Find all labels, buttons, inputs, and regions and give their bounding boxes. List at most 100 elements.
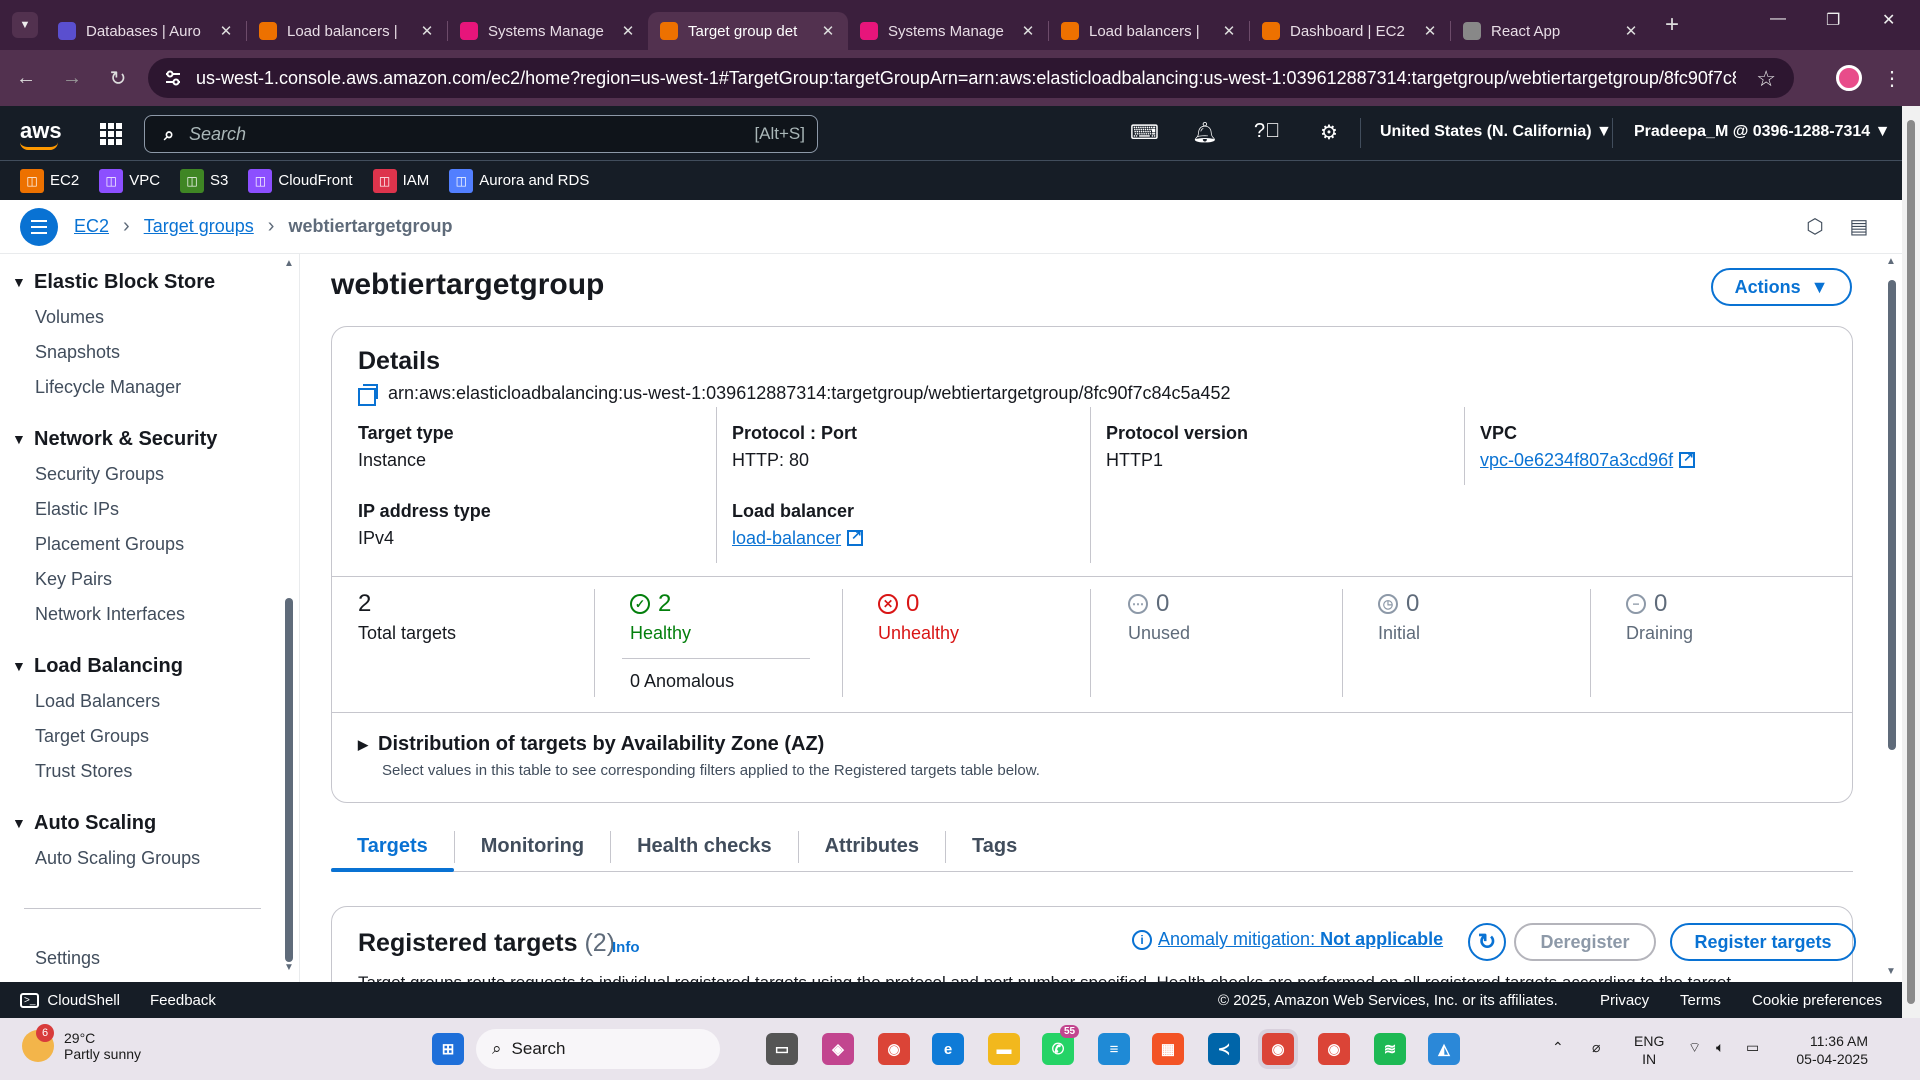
page-scrollbar[interactable] — [1902, 106, 1920, 1018]
language-indicator[interactable]: ENG IN — [1634, 1032, 1664, 1068]
file-explorer-icon[interactable]: ▬ — [988, 1033, 1020, 1065]
distribution-toggle[interactable]: ▶ Distribution of targets by Availabilit… — [358, 733, 824, 756]
sidebar-item[interactable]: Target Groups — [0, 719, 299, 754]
sidebar-item[interactable]: Auto Scaling Groups — [0, 841, 299, 876]
close-tab-icon[interactable]: ✕ — [620, 22, 636, 40]
browser-tab[interactable]: Load balancers | ✕ — [1049, 12, 1249, 50]
browser-menu-icon[interactable]: ⋮ — [1882, 66, 1902, 91]
sidebar-item[interactable]: Network Interfaces — [0, 597, 299, 632]
site-info-icon[interactable] — [164, 69, 182, 87]
browser-tab[interactable]: Dashboard | EC2 ✕ — [1250, 12, 1450, 50]
sidebar-item[interactable]: Trust Stores — [0, 754, 299, 789]
windows-start-icon[interactable]: ⊞ — [432, 1033, 464, 1065]
terms-link[interactable]: Terms — [1680, 992, 1721, 1009]
draining-stat[interactable]: −0 Draining — [1626, 589, 1693, 644]
sidebar-item[interactable]: Key Pairs — [0, 562, 299, 597]
unused-stat[interactable]: ⋯ 0 Unused — [1128, 589, 1190, 644]
battery-icon[interactable]: ▭ — [1746, 1038, 1759, 1056]
chrome-icon[interactable]: ◉ — [878, 1033, 910, 1065]
side-nav-toggle-button[interactable] — [20, 207, 58, 246]
spotify-icon[interactable]: ≋ — [1374, 1033, 1406, 1065]
browser-tab[interactable]: Load balancers | ✕ — [247, 12, 447, 50]
tray-expand-icon[interactable]: ⌃ — [1552, 1038, 1564, 1056]
actions-button[interactable]: Actions ▼ — [1711, 268, 1852, 306]
cloudshell-icon[interactable]: ⌨ — [1130, 120, 1159, 146]
new-tab-button[interactable]: + — [1665, 11, 1679, 39]
close-tab-icon[interactable]: ✕ — [820, 22, 836, 40]
sidebar-item[interactable]: Load Balancers — [0, 684, 299, 719]
settings-icon[interactable]: ⚙ — [1316, 120, 1342, 146]
register-targets-button[interactable]: Register targets — [1670, 923, 1856, 961]
sidebar-item[interactable]: Volumes — [0, 300, 299, 335]
sidebar-item[interactable]: Lifecycle Manager — [0, 370, 299, 405]
sidebar-item-settings[interactable]: Settings — [0, 941, 299, 976]
restore-button[interactable]: ❐ — [1826, 10, 1840, 30]
profile-avatar[interactable] — [1836, 65, 1862, 91]
favorite-service[interactable]: ◫ VPC — [99, 168, 160, 193]
browser-tab[interactable]: Systems Manage ✕ — [848, 12, 1048, 50]
sidebar-scrollbar[interactable]: ▲ ▼ — [284, 258, 294, 976]
favorite-service[interactable]: ◫ S3 — [180, 168, 228, 193]
bookmark-star-icon[interactable]: ☆ — [1756, 66, 1776, 92]
wifi-icon[interactable]: ⌔ — [1688, 1038, 1701, 1056]
breadcrumb-ec2[interactable]: EC2 — [74, 216, 109, 237]
tools-panel-icon[interactable]: ▤ — [1846, 214, 1872, 240]
healthy-stat[interactable]: ✓ 2 Healthy — [630, 589, 691, 644]
favorite-service[interactable]: ◫ CloudFront — [248, 168, 353, 193]
close-window-button[interactable]: ✕ — [1882, 10, 1895, 30]
favorite-service[interactable]: ◫ EC2 — [20, 168, 79, 193]
forward-icon[interactable]: → — [58, 67, 86, 90]
tab-monitoring[interactable]: Monitoring — [455, 835, 610, 871]
tab-targets[interactable]: Targets — [331, 835, 454, 872]
favorite-service[interactable]: ◫ Aurora and RDS — [449, 168, 589, 193]
info-link[interactable]: Info — [612, 939, 640, 956]
search-input[interactable]: ⌕ Search [Alt+S] — [144, 115, 818, 153]
sidebar-section-header[interactable]: ▼ Auto Scaling — [0, 805, 299, 841]
privacy-link[interactable]: Privacy — [1600, 992, 1649, 1009]
sidebar-item[interactable]: Security Groups — [0, 457, 299, 492]
browser-tab[interactable]: Target group det ✕ — [648, 12, 848, 50]
browser-tab[interactable]: React App ✕ — [1451, 12, 1651, 50]
aws-logo[interactable]: aws — [20, 118, 62, 150]
region-selector[interactable]: United States (N. California) ▼ — [1380, 123, 1612, 141]
volume-icon[interactable]: 🔈︎ — [1716, 1038, 1724, 1056]
tray-app-icon[interactable]: ⌀ — [1592, 1038, 1600, 1056]
favorite-service[interactable]: ◫ IAM — [372, 168, 429, 193]
cookie-preferences-link[interactable]: Cookie preferences — [1752, 992, 1882, 1009]
close-tab-icon[interactable]: ✕ — [1623, 22, 1639, 40]
task-view-icon[interactable]: ▭ — [766, 1033, 798, 1065]
sidebar-section-header[interactable]: ▼ Network & Security — [0, 421, 299, 457]
notepad-icon[interactable]: ≡ — [1098, 1033, 1130, 1065]
tab-search-button[interactable]: ▼ — [12, 12, 38, 38]
browser-tab[interactable]: Databases | Auro ✕ — [46, 12, 246, 50]
browser-tab[interactable]: Systems Manage ✕ — [448, 12, 648, 50]
back-icon[interactable]: ← — [12, 67, 40, 90]
tab-attributes[interactable]: Attributes — [799, 835, 945, 871]
deregister-button[interactable]: Deregister — [1514, 923, 1656, 961]
copy-icon[interactable] — [358, 383, 378, 406]
anomalous-count[interactable]: 0 Anomalous — [630, 671, 734, 692]
services-grid-icon[interactable] — [100, 123, 122, 145]
account-menu[interactable]: Pradeepa_M @ 0396-1288-7314 ▼ — [1634, 123, 1890, 141]
main-scrollbar[interactable]: ▲ ▼ — [1884, 256, 1900, 982]
feedback-link[interactable]: Feedback — [150, 992, 216, 1009]
sidebar-item[interactable]: Elastic IPs — [0, 492, 299, 527]
sidebar-item[interactable]: Placement Groups — [0, 527, 299, 562]
close-tab-icon[interactable]: ✕ — [1221, 22, 1237, 40]
chrome-active-icon[interactable]: ◉ — [1262, 1033, 1294, 1065]
anomaly-mitigation-link[interactable]: i Anomaly mitigation: Not applicable — [1132, 929, 1443, 950]
vpc-link[interactable]: vpc-0e6234f807a3cd96f — [1480, 450, 1673, 470]
tab-tags[interactable]: Tags — [946, 835, 1043, 871]
tab-health-checks[interactable]: Health checks — [611, 835, 798, 871]
edge-icon[interactable]: e — [932, 1033, 964, 1065]
load-balancer-link[interactable]: load-balancer — [732, 528, 841, 548]
store-icon[interactable]: ▦ — [1152, 1033, 1184, 1065]
unhealthy-stat[interactable]: ✕ 0 Unhealthy — [878, 589, 959, 644]
minimize-button[interactable]: — — [1770, 10, 1786, 28]
help-icon[interactable]: ?⃝ — [1254, 120, 1280, 146]
close-tab-icon[interactable]: ✕ — [1020, 22, 1036, 40]
refresh-button[interactable]: ↻ — [1468, 923, 1506, 961]
sidebar-section-header[interactable]: ▼ Load Balancing — [0, 648, 299, 684]
copilot-icon[interactable]: ◈ — [822, 1033, 854, 1065]
sidebar-section-header[interactable]: ▼ Elastic Block Store — [0, 264, 299, 300]
